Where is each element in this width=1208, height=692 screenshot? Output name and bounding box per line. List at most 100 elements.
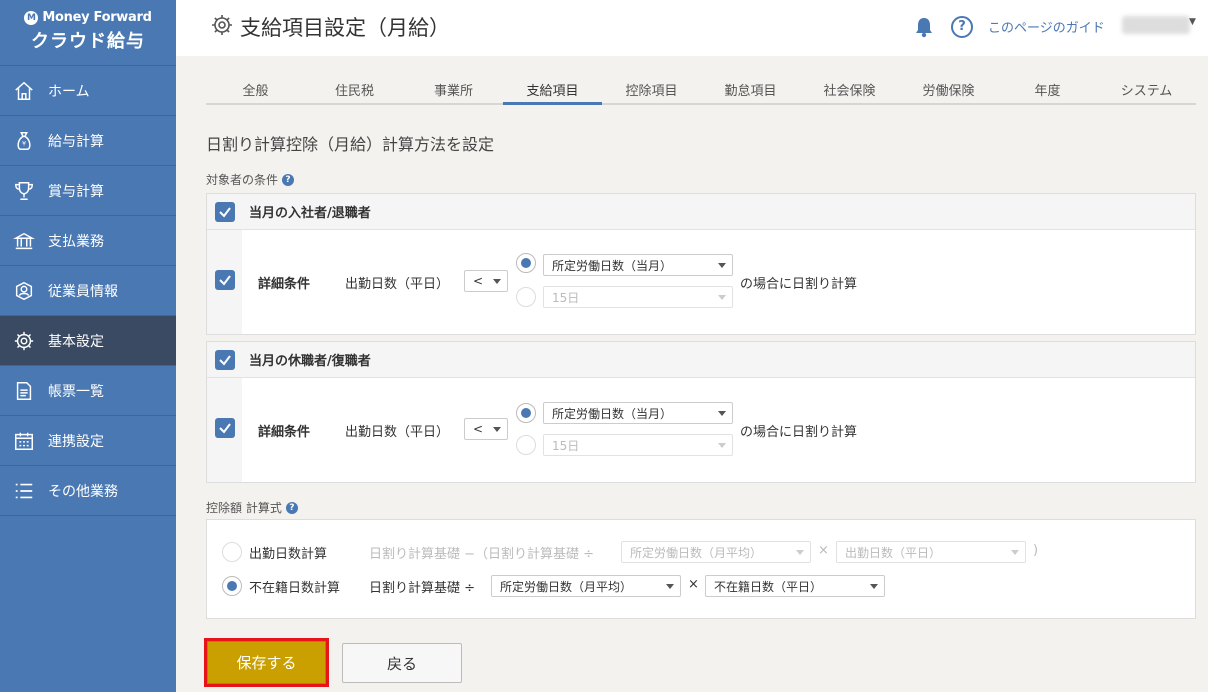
sidebar-item-bonus[interactable]: 賞与計算 [0, 166, 176, 216]
radio-absence-calc[interactable] [222, 576, 242, 596]
page-guide-link[interactable]: このページのガイド [988, 17, 1105, 36]
attendance-calc-text: 日割り計算基礎 −（日割り計算基礎 ÷ [369, 547, 595, 562]
checkbox-detail-condition[interactable] [215, 270, 235, 290]
option2-select[interactable]: 15日 [543, 286, 733, 308]
radio-attendance-calc[interactable] [222, 542, 242, 562]
bank-icon [12, 229, 36, 253]
tab-general[interactable]: 全般 [206, 74, 305, 103]
question-icon[interactable]: ? [285, 501, 298, 514]
tab-year[interactable]: 年度 [998, 74, 1097, 103]
panel-body: 詳細条件 出勤日数（平日） < 15日 所定労働日数（当月） の場合に日割り計算 [207, 230, 1195, 334]
svg-text:¥: ¥ [22, 139, 26, 147]
settings-tabs: 全般 住民税 事業所 支給項目 控除項目 勤怠項目 社会保険 労働保険 年度 シ… [206, 74, 1196, 105]
bell-icon[interactable] [914, 16, 934, 38]
section-title: 日割り計算控除（月給）計算方法を設定 [206, 135, 495, 154]
sidebar-item-other[interactable]: その他業務 [0, 466, 176, 516]
sidebar: M Money Forward クラウド給与 ホーム ¥ 給与計算 賞与計算 支払… [0, 0, 176, 692]
tab-social-insurance[interactable]: 社会保険 [800, 74, 899, 103]
question-icon[interactable]: ? [282, 173, 295, 186]
radio-option2[interactable] [516, 287, 536, 307]
chevron-down-icon [870, 584, 878, 589]
panel-title: 当月の休職者/復職者 [249, 354, 371, 369]
tab-system[interactable]: システム [1097, 74, 1196, 103]
panel-title: 当月の入社者/退職者 [249, 206, 371, 221]
sidebar-item-label: 基本設定 [48, 333, 104, 350]
absence-calc-text: 日割り計算基礎 ÷ [369, 581, 476, 596]
save-button[interactable]: 保存する [204, 638, 329, 687]
absence-days-select[interactable]: 不在籍日数（平日） [705, 575, 885, 597]
sidebar-item-label: 給与計算 [48, 133, 104, 150]
radio-option2[interactable] [516, 435, 536, 455]
tab-labor-insurance[interactable]: 労働保険 [899, 74, 998, 103]
home-icon [12, 79, 36, 103]
sidebar-item-label: 帳票一覧 [48, 383, 104, 400]
sidebar-item-payment[interactable]: 支払業務 [0, 216, 176, 266]
operator-select[interactable]: < [464, 270, 508, 292]
sidebar-item-label: ホーム [48, 83, 90, 100]
checkmark-icon [219, 423, 231, 434]
close-paren: ) [1033, 543, 1039, 558]
sidebar-item-label: その他業務 [48, 483, 118, 500]
times-symbol: × [688, 577, 699, 592]
page-title-text: 支給項目設定（月給） [240, 16, 450, 40]
back-button[interactable]: 戻る [342, 643, 462, 683]
checkbox-new-hire-retire[interactable] [215, 201, 235, 222]
attendance-divisor-select[interactable]: 所定労働日数（月平均） [621, 541, 811, 563]
tab-resident-tax[interactable]: 住民税 [305, 74, 404, 103]
calendar-icon [12, 429, 36, 453]
moneyforward-logo-icon: M [24, 10, 39, 25]
user-menu[interactable] [1122, 16, 1190, 34]
sidebar-item-label: 賞与計算 [48, 183, 104, 200]
trophy-icon [12, 179, 36, 203]
help-icon[interactable]: ? [951, 16, 973, 38]
chevron-down-icon [796, 550, 804, 555]
radio-option1[interactable] [516, 253, 536, 273]
operator-select[interactable]: < [464, 418, 508, 440]
chevron-down-icon [1011, 550, 1019, 555]
sidebar-item-employee[interactable]: 従業員情報 [0, 266, 176, 316]
tab-attendance-items[interactable]: 勤怠項目 [701, 74, 800, 103]
suffix-text: の場合に日割り計算 [740, 425, 858, 440]
list-icon [12, 479, 36, 503]
gear-icon [12, 329, 36, 353]
target-conditions-label: 対象者の条件 ? [206, 171, 295, 188]
absence-calc-label: 不在籍日数計算 [249, 581, 341, 596]
formula-label: 控除額 計算式 ? [206, 499, 298, 516]
detail-condition-label: 詳細条件 [258, 277, 311, 292]
attendance-days-select[interactable]: 出勤日数（平日） [836, 541, 1026, 563]
tab-deduction-items[interactable]: 控除項目 [602, 74, 701, 103]
sidebar-item-payroll[interactable]: ¥ 給与計算 [0, 116, 176, 166]
logo[interactable]: M Money Forward クラウド給与 [0, 0, 176, 66]
chevron-down-icon [718, 263, 726, 268]
checkbox-leave-return[interactable] [215, 349, 235, 370]
header: 支給項目設定（月給） ? このページのガイド ▼ [176, 0, 1208, 56]
formula-panel: 出勤日数計算 日割り計算基礎 −（日割り計算基礎 ÷ 所定労働日数（月平均） ×… [206, 519, 1196, 619]
option1-select[interactable]: 所定労働日数（当月） [543, 254, 733, 276]
document-icon [12, 379, 36, 403]
sidebar-item-reports[interactable]: 帳票一覧 [0, 366, 176, 416]
checkmark-icon [219, 206, 231, 218]
sidebar-item-settings[interactable]: 基本設定 [0, 316, 176, 366]
option1-select[interactable]: 所定労働日数（当月） [543, 402, 733, 424]
option2-select[interactable]: 15日 [543, 434, 733, 456]
chevron-down-icon [718, 295, 726, 300]
chevron-down-icon[interactable]: ▼ [1189, 17, 1196, 27]
panel-body: 詳細条件 出勤日数（平日） < 所定労働日数（当月） 15日 の場合に日割り計算 [207, 378, 1195, 482]
absence-divisor-select[interactable]: 所定労働日数（月平均） [491, 575, 681, 597]
sidebar-item-home[interactable]: ホーム [0, 66, 176, 116]
brand-line2: クラウド給与 [31, 31, 145, 52]
chevron-down-icon [493, 427, 501, 432]
checkmark-icon [219, 275, 231, 286]
sidebar-item-integration[interactable]: 連携設定 [0, 416, 176, 466]
tab-office[interactable]: 事業所 [404, 74, 503, 103]
panel-header: 当月の休職者/復職者 [207, 342, 1195, 378]
gear-icon [210, 13, 234, 42]
chevron-down-icon [493, 279, 501, 284]
tab-payment-items[interactable]: 支給項目 [503, 74, 602, 105]
chevron-down-icon [666, 584, 674, 589]
panel-header: 当月の入社者/退職者 [207, 194, 1195, 230]
radio-option1[interactable] [516, 403, 536, 423]
checkbox-detail-condition[interactable] [215, 418, 235, 438]
save-button-label: 保存する [207, 641, 326, 684]
target-conditions-text: 対象者の条件 [206, 173, 279, 187]
